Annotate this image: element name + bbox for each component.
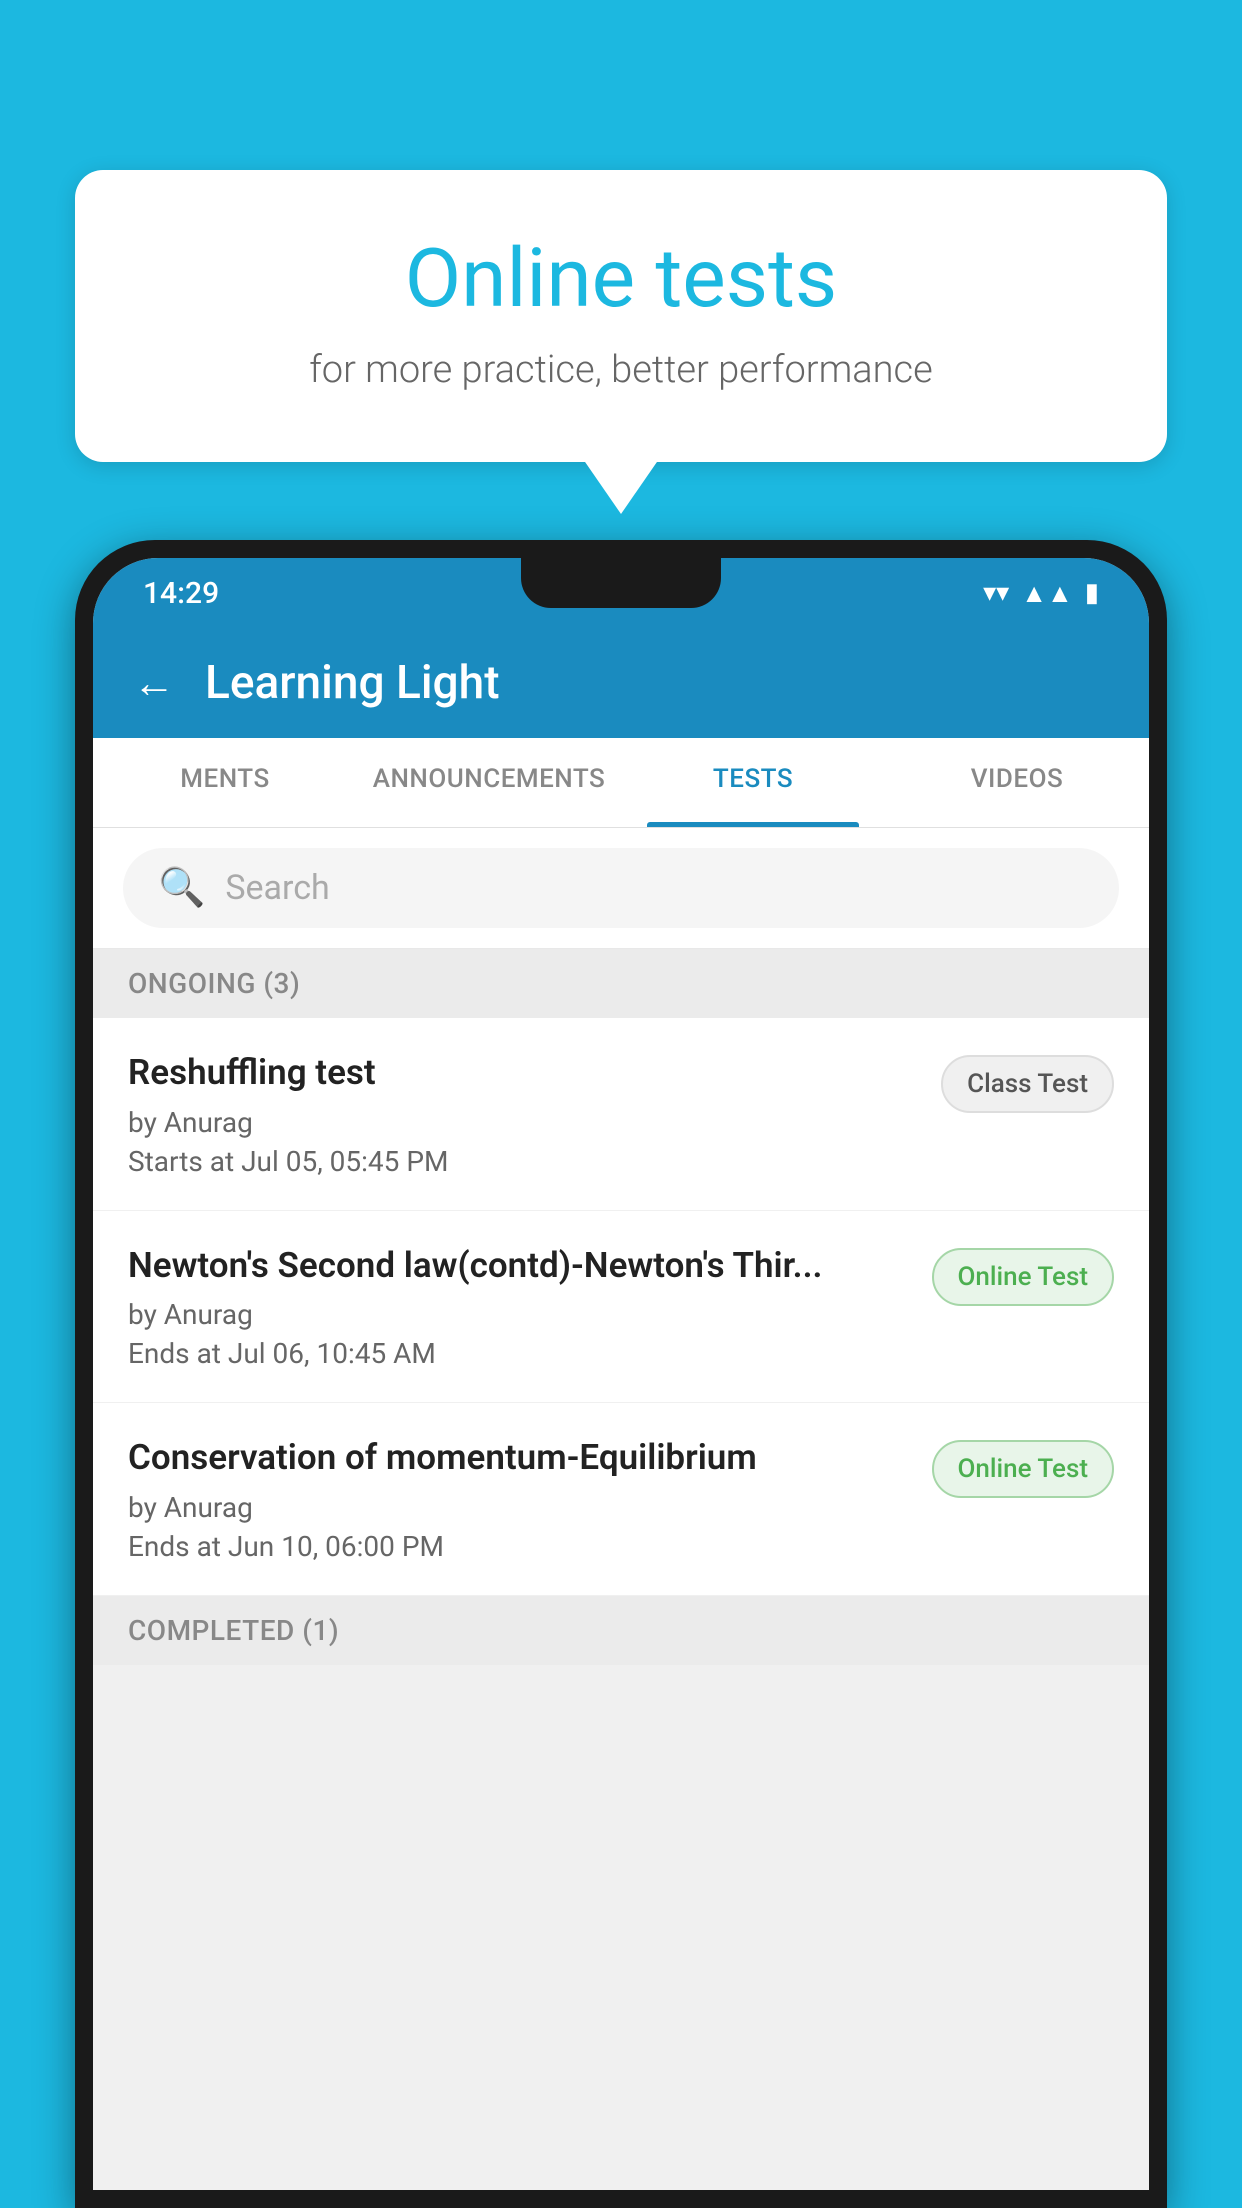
test-item[interactable]: Reshuffling test by Anurag Starts at Jul… bbox=[93, 1018, 1149, 1211]
tab-videos[interactable]: VIDEOS bbox=[885, 738, 1149, 827]
test-time: Starts at Jul 05, 05:45 PM bbox=[128, 1145, 921, 1178]
search-icon: 🔍 bbox=[158, 866, 205, 910]
status-time: 14:29 bbox=[143, 576, 219, 611]
search-input[interactable]: Search bbox=[225, 868, 329, 908]
completed-title: COMPLETED (1) bbox=[128, 1614, 339, 1647]
test-author: by Anurag bbox=[128, 1106, 921, 1139]
battery-icon: ▮ bbox=[1085, 578, 1099, 608]
tab-tests[interactable]: TESTS bbox=[621, 738, 885, 827]
test-name: Conservation of momentum-Equilibrium bbox=[128, 1435, 912, 1481]
app-title: Learning Light bbox=[205, 656, 500, 710]
bubble-subtitle: for more practice, better performance bbox=[125, 348, 1117, 392]
signal-icon: ▲▲ bbox=[1021, 578, 1072, 609]
bubble-title: Online tests bbox=[125, 230, 1117, 328]
test-badge-online: Online Test bbox=[932, 1440, 1115, 1498]
search-bar[interactable]: 🔍 Search bbox=[123, 848, 1119, 928]
wifi-icon: ▾▾ bbox=[983, 578, 1009, 608]
test-time: Ends at Jul 06, 10:45 AM bbox=[128, 1337, 912, 1370]
app-bar: ← Learning Light bbox=[93, 628, 1149, 738]
tab-ments[interactable]: MENTS bbox=[93, 738, 357, 827]
test-list: Reshuffling test by Anurag Starts at Jul… bbox=[93, 1018, 1149, 1596]
speech-bubble: Online tests for more practice, better p… bbox=[75, 170, 1167, 462]
test-name: Reshuffling test bbox=[128, 1050, 921, 1096]
test-info: Reshuffling test by Anurag Starts at Jul… bbox=[128, 1050, 921, 1178]
completed-section-header: COMPLETED (1) bbox=[93, 1596, 1149, 1665]
test-info: Conservation of momentum-Equilibrium by … bbox=[128, 1435, 912, 1563]
phone-screen: 14:29 ▾▾ ▲▲ ▮ ← Learning Light MENTS ANN… bbox=[93, 558, 1149, 2190]
ongoing-title: ONGOING (3) bbox=[128, 967, 300, 1000]
phone-frame: 14:29 ▾▾ ▲▲ ▮ ← Learning Light MENTS ANN… bbox=[75, 540, 1167, 2208]
test-item[interactable]: Conservation of momentum-Equilibrium by … bbox=[93, 1403, 1149, 1596]
tab-announcements[interactable]: ANNOUNCEMENTS bbox=[357, 738, 621, 827]
search-bar-container: 🔍 Search bbox=[93, 828, 1149, 949]
test-time: Ends at Jun 10, 06:00 PM bbox=[128, 1530, 912, 1563]
test-author: by Anurag bbox=[128, 1491, 912, 1524]
test-author: by Anurag bbox=[128, 1298, 912, 1331]
back-button[interactable]: ← bbox=[133, 659, 175, 708]
tab-bar: MENTS ANNOUNCEMENTS TESTS VIDEOS bbox=[93, 738, 1149, 828]
test-item[interactable]: Newton's Second law(contd)-Newton's Thir… bbox=[93, 1211, 1149, 1404]
test-badge-class: Class Test bbox=[941, 1055, 1114, 1113]
test-info: Newton's Second law(contd)-Newton's Thir… bbox=[128, 1243, 912, 1371]
test-badge-online: Online Test bbox=[932, 1248, 1115, 1306]
ongoing-section-header: ONGOING (3) bbox=[93, 949, 1149, 1018]
status-icons: ▾▾ ▲▲ ▮ bbox=[983, 578, 1099, 609]
phone-notch bbox=[521, 558, 721, 608]
test-name: Newton's Second law(contd)-Newton's Thir… bbox=[128, 1243, 912, 1289]
